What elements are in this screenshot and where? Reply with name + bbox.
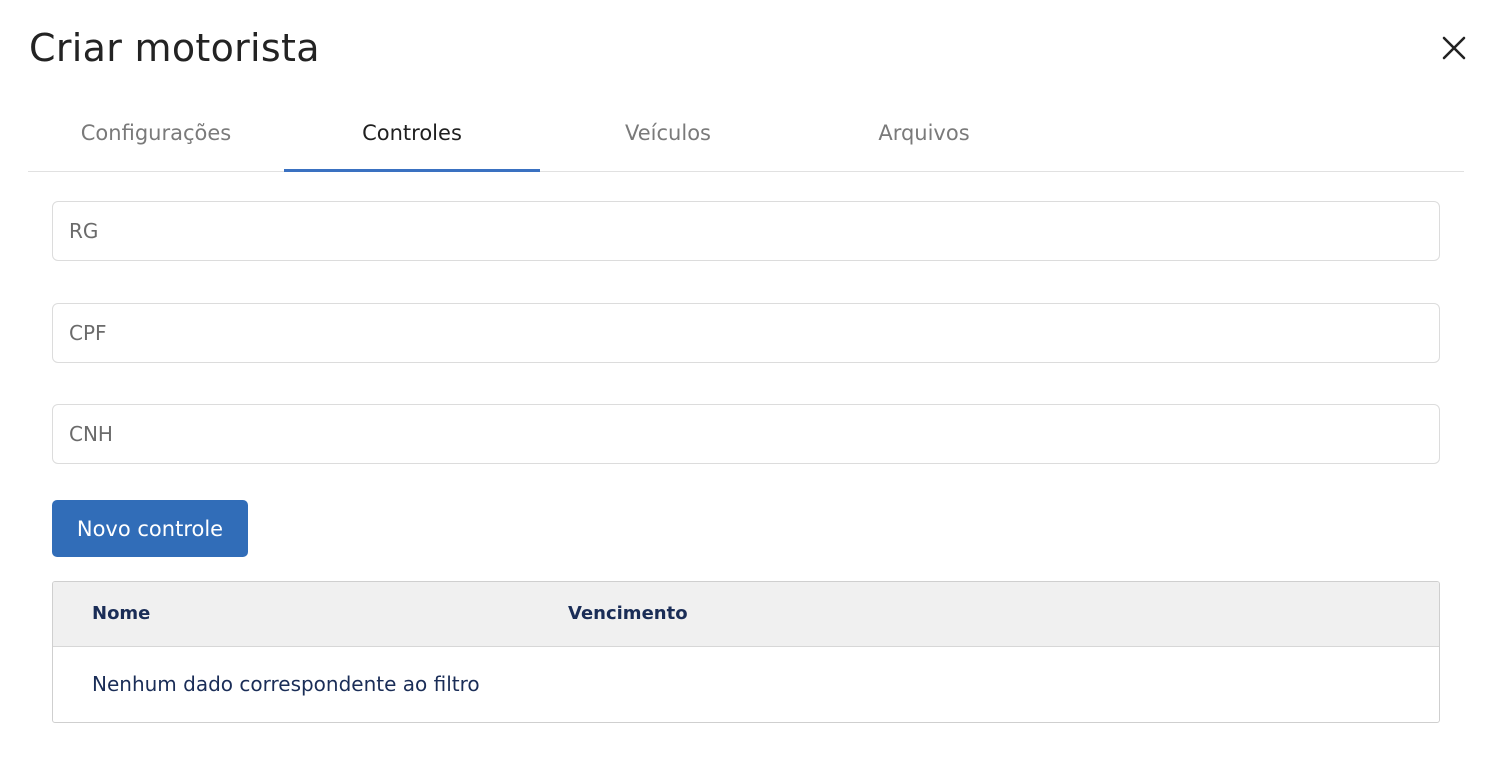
close-button[interactable] bbox=[1438, 32, 1470, 64]
new-control-button[interactable]: Novo controle bbox=[52, 500, 248, 557]
column-header-vencimento[interactable]: Vencimento bbox=[568, 603, 688, 624]
cnh-field[interactable] bbox=[52, 404, 1440, 464]
table-header: Nome Vencimento bbox=[53, 582, 1439, 647]
rg-field[interactable] bbox=[52, 201, 1440, 261]
tab-bar: Configurações Controles Veículos Arquivo… bbox=[28, 94, 1464, 172]
dialog-title: Criar motorista bbox=[29, 26, 320, 70]
empty-message: Nenhum dado correspondente ao filtro bbox=[92, 672, 480, 696]
cpf-field[interactable] bbox=[52, 303, 1440, 363]
tab-configuracoes[interactable]: Configurações bbox=[28, 94, 284, 171]
tab-controles[interactable]: Controles bbox=[284, 94, 540, 172]
tab-arquivos[interactable]: Arquivos bbox=[796, 94, 1052, 171]
tab-veiculos[interactable]: Veículos bbox=[540, 94, 796, 171]
create-driver-dialog: Criar motorista Configurações Controles … bbox=[0, 0, 1492, 782]
controls-table: Nome Vencimento Nenhum dado corresponden… bbox=[52, 581, 1440, 723]
column-header-nome[interactable]: Nome bbox=[92, 603, 150, 624]
close-icon bbox=[1442, 36, 1466, 60]
